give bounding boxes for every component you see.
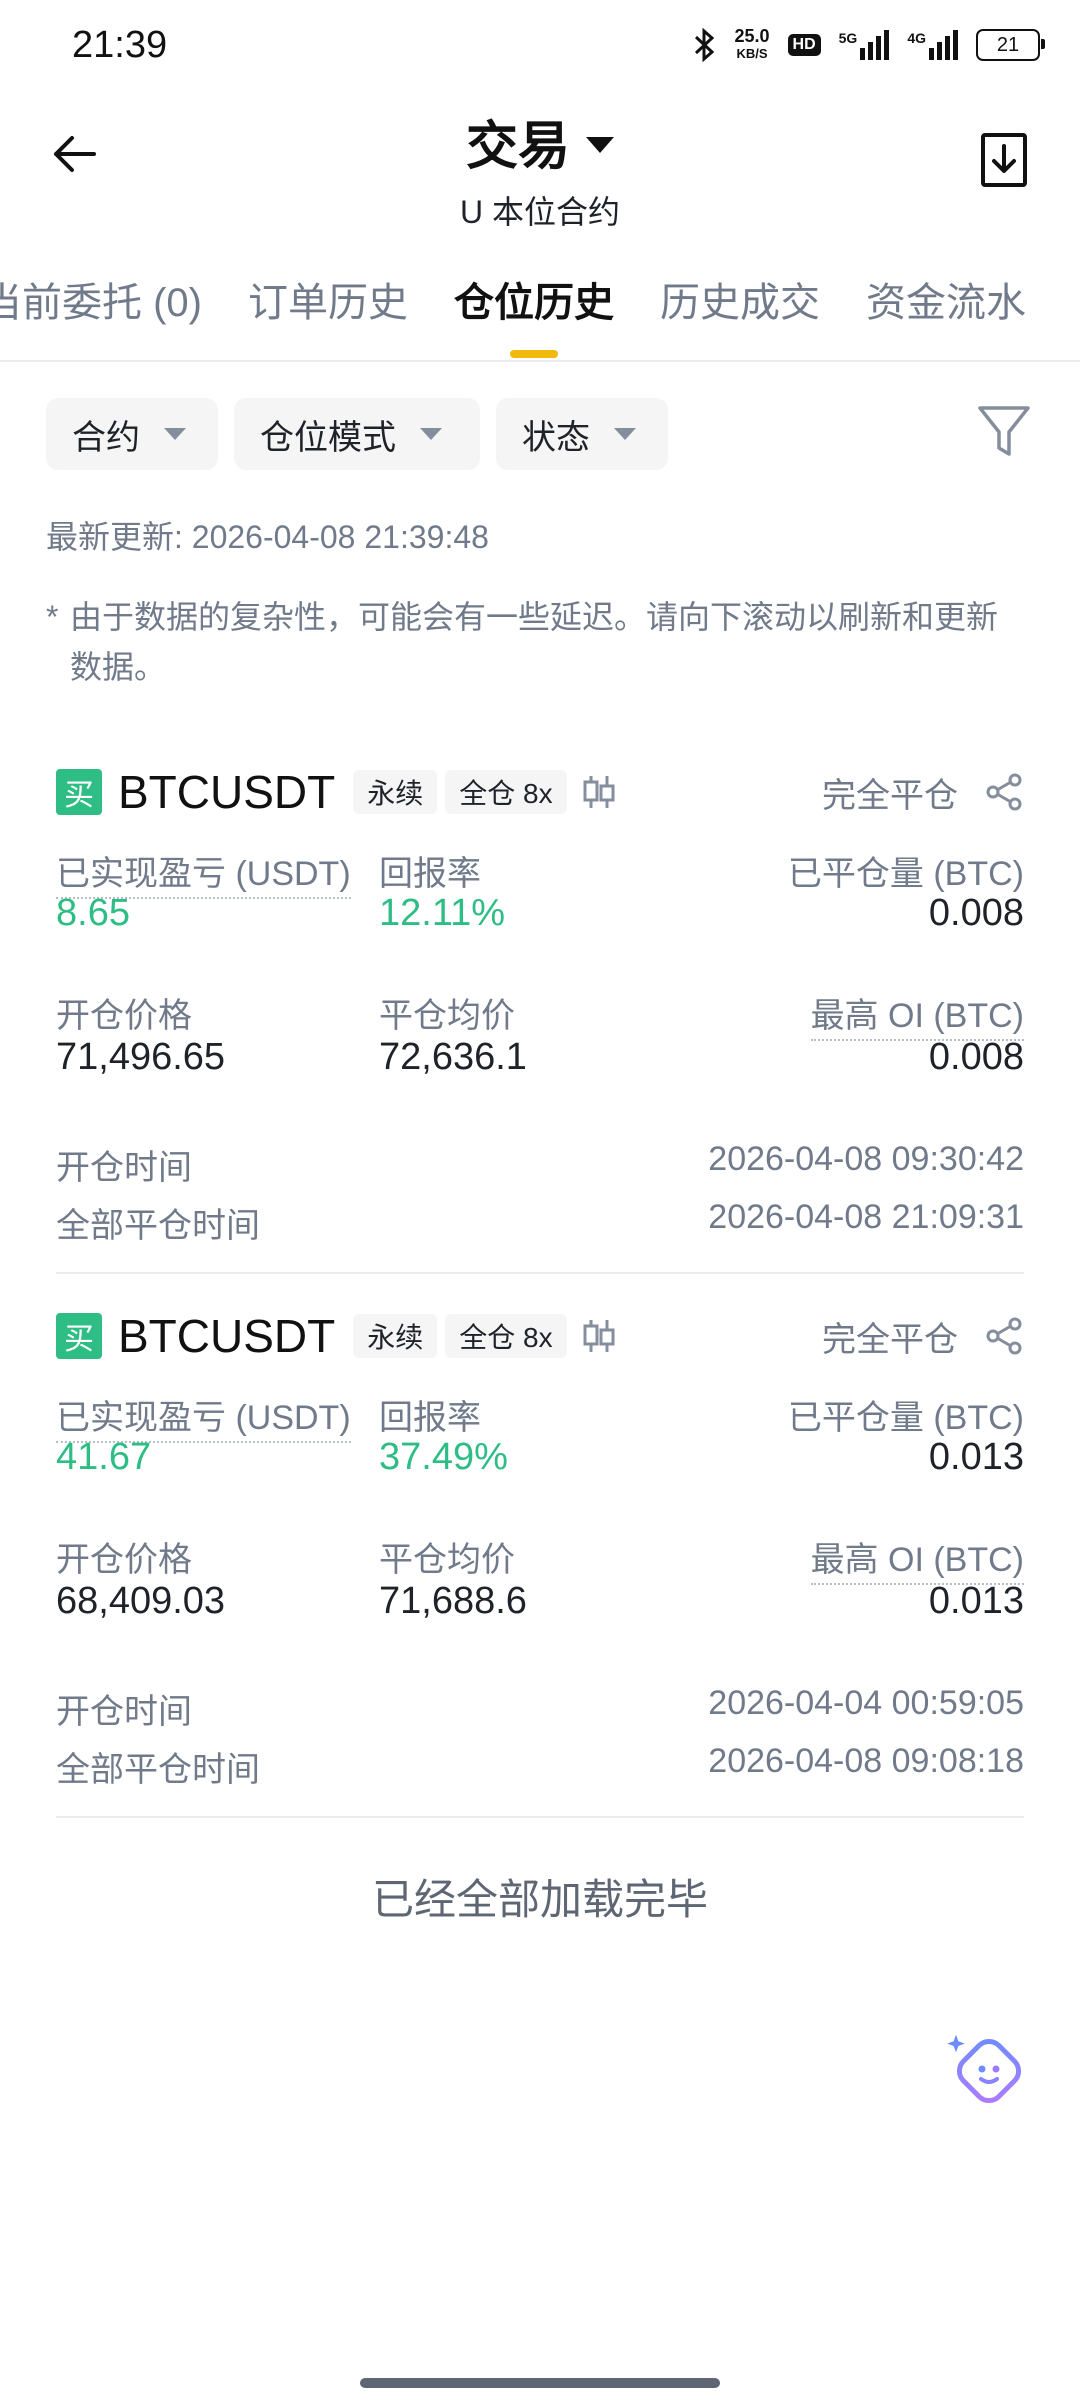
header: 交易 U 本位合约 bbox=[0, 104, 1080, 233]
closed-qty-value: 0.013 bbox=[928, 1436, 1024, 1478]
signal-4g-icon: 4G bbox=[907, 30, 958, 60]
candlestick-chart-icon[interactable] bbox=[579, 1316, 619, 1356]
filter-icon[interactable] bbox=[976, 402, 1032, 462]
tab-trade-history[interactable]: 历史成交 bbox=[660, 270, 820, 328]
close-avg-label: 平仓均价 bbox=[379, 997, 515, 1035]
all-loaded-text: 已经全部加载完毕 bbox=[371, 1876, 708, 1923]
open-price-value: 68,409.03 bbox=[56, 1580, 226, 1622]
position-status: 完全平仓 bbox=[822, 776, 958, 815]
margin-chip: 全仓 8x bbox=[445, 770, 567, 814]
roi-value: 37.49% bbox=[379, 1436, 508, 1478]
bluetooth-icon bbox=[695, 28, 715, 62]
tab-order-history[interactable]: 订单历史 bbox=[248, 270, 408, 328]
max-oi-value: 0.013 bbox=[928, 1580, 1024, 1622]
close-avg-label: 平仓均价 bbox=[379, 1541, 515, 1579]
status-icons: 25.0 KB/S HD 5G 4G 21 bbox=[694, 26, 1045, 62]
download-icon[interactable] bbox=[980, 132, 1028, 188]
filter-status[interactable]: 状态 bbox=[496, 398, 668, 470]
tab-funding-flow[interactable]: 资金流水 bbox=[866, 270, 1026, 328]
max-oi-label[interactable]: 最高 OI (BTC) bbox=[810, 1532, 1024, 1585]
last-update-text: 最新更新: 2026-04-08 21:39:48 bbox=[46, 519, 489, 555]
roi-value: 12.11% bbox=[379, 892, 506, 934]
position-card: 买 BTCUSDT 永续 全仓 8x 完全平仓 已实现盈亏 (USDT) 41.… bbox=[56, 1306, 1024, 1804]
card-divider bbox=[56, 1816, 1024, 1818]
open-price-value: 71,496.65 bbox=[56, 1036, 226, 1078]
tab-active-indicator bbox=[510, 350, 558, 358]
hd-icon: HD bbox=[787, 34, 821, 56]
roi-label: 回报率 bbox=[379, 1399, 481, 1437]
signal-5g-icon: 5G bbox=[839, 30, 890, 60]
ai-assistant-icon[interactable] bbox=[944, 2032, 1022, 2110]
close-time-value: 2026-04-08 09:08:18 bbox=[708, 1742, 1024, 1780]
history-tabs: 当前委托 (0) 订单历史 仓位历史 历史成交 资金流水 bbox=[0, 270, 1026, 358]
max-oi-value: 0.008 bbox=[928, 1036, 1024, 1078]
margin-chip: 全仓 8x bbox=[445, 1314, 567, 1358]
page-title-dropdown[interactable]: 交易 bbox=[466, 104, 614, 179]
position-card: 买 BTCUSDT 永续 全仓 8x 完全平仓 已实现盈亏 (USDT) 8.6… bbox=[56, 762, 1024, 1260]
open-time-value: 2026-04-08 09:30:42 bbox=[708, 1140, 1024, 1178]
open-time-label: 开仓时间 bbox=[56, 1149, 192, 1187]
open-price-label: 开仓价格 bbox=[56, 997, 192, 1035]
share-icon[interactable] bbox=[984, 772, 1024, 812]
close-time-label: 全部平仓时间 bbox=[56, 1207, 260, 1245]
caret-down-icon bbox=[586, 136, 614, 153]
close-time-label: 全部平仓时间 bbox=[56, 1751, 260, 1789]
caret-down-icon bbox=[614, 428, 636, 440]
open-time-value: 2026-04-04 00:59:05 bbox=[708, 1684, 1024, 1722]
page-subtitle: U 本位合约 bbox=[459, 194, 620, 230]
tab-open-orders[interactable]: 当前委托 (0) bbox=[0, 270, 202, 328]
roi-label: 回报率 bbox=[379, 855, 481, 893]
filter-position-mode[interactable]: 仓位模式 bbox=[234, 398, 480, 470]
close-avg-value: 71,688.6 bbox=[379, 1580, 527, 1622]
side-badge: 买 bbox=[56, 1313, 102, 1359]
net-speed: 25.0 KB/S bbox=[734, 26, 770, 61]
battery-icon: 21 bbox=[976, 29, 1045, 61]
filter-contract[interactable]: 合约 bbox=[46, 398, 218, 470]
closed-qty-label: 已平仓量 (BTC) bbox=[787, 1399, 1024, 1437]
delay-notice: * 由于数据的复杂性，可能会有一些延迟。请向下滚动以刷新和更新数据。 bbox=[46, 599, 999, 685]
contract-type-chip: 永续 bbox=[353, 1314, 438, 1358]
pnl-value: 41.67 bbox=[56, 1436, 152, 1478]
close-avg-value: 72,636.1 bbox=[379, 1036, 527, 1078]
status-time: 21:39 bbox=[72, 24, 168, 66]
caret-down-icon bbox=[420, 428, 442, 440]
position-status: 完全平仓 bbox=[822, 1320, 958, 1359]
share-icon[interactable] bbox=[984, 1316, 1024, 1356]
candlestick-chart-icon[interactable] bbox=[579, 772, 619, 812]
caret-down-icon bbox=[164, 428, 186, 440]
card-divider bbox=[56, 1272, 1024, 1274]
contract-type-chip: 永续 bbox=[353, 770, 438, 814]
symbol[interactable]: BTCUSDT bbox=[118, 1309, 335, 1363]
tabs-divider bbox=[0, 360, 1080, 362]
close-time-value: 2026-04-08 21:09:31 bbox=[708, 1198, 1024, 1236]
pnl-value: 8.65 bbox=[56, 892, 130, 934]
open-price-label: 开仓价格 bbox=[56, 1541, 192, 1579]
side-badge: 买 bbox=[56, 769, 102, 815]
tab-position-history[interactable]: 仓位历史 bbox=[454, 270, 614, 358]
home-indicator[interactable] bbox=[360, 2378, 720, 2388]
closed-qty-value: 0.008 bbox=[928, 892, 1024, 934]
max-oi-label[interactable]: 最高 OI (BTC) bbox=[810, 988, 1024, 1041]
symbol[interactable]: BTCUSDT bbox=[118, 765, 335, 819]
closed-qty-label: 已平仓量 (BTC) bbox=[787, 855, 1024, 893]
open-time-label: 开仓时间 bbox=[56, 1693, 192, 1731]
